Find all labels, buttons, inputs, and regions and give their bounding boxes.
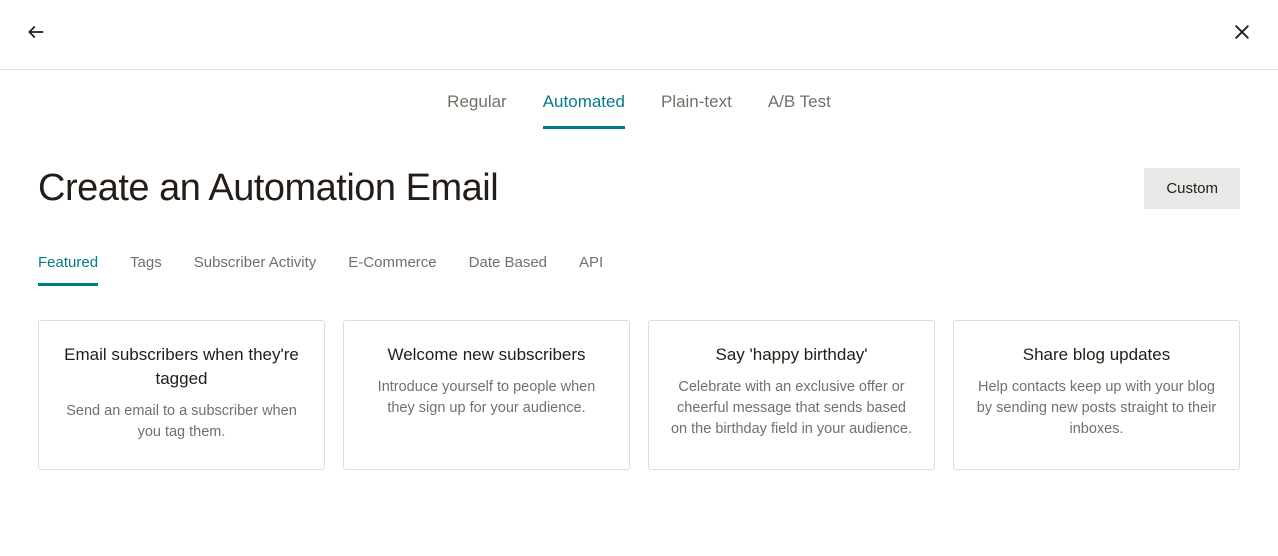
card-welcome-new-subscribers[interactable]: Welcome new subscribers Introduce yourse… [343, 320, 630, 470]
card-desc: Celebrate with an exclusive offer or che… [669, 377, 914, 440]
arrow-left-icon [26, 22, 46, 47]
tab-ab-test[interactable]: A/B Test [768, 92, 831, 129]
card-title: Say 'happy birthday' [669, 343, 914, 367]
card-desc: Send an email to a subscriber when you t… [59, 401, 304, 443]
card-happy-birthday[interactable]: Say 'happy birthday' Celebrate with an e… [648, 320, 935, 470]
subtab-featured[interactable]: Featured [38, 254, 98, 286]
tab-regular[interactable]: Regular [447, 92, 507, 129]
card-email-when-tagged[interactable]: Email subscribers when they're tagged Se… [38, 320, 325, 470]
automation-cards: Email subscribers when they're tagged Se… [38, 320, 1240, 470]
card-title: Share blog updates [974, 343, 1219, 367]
header-row: Create an Automation Email Custom [38, 167, 1240, 210]
close-icon [1232, 22, 1252, 47]
card-desc: Introduce yourself to people when they s… [364, 377, 609, 419]
card-title: Email subscribers when they're tagged [59, 343, 304, 391]
card-share-blog-updates[interactable]: Share blog updates Help contacts keep up… [953, 320, 1240, 470]
subtab-ecommerce[interactable]: E-Commerce [348, 254, 436, 286]
topbar [0, 0, 1278, 70]
close-button[interactable] [1230, 23, 1254, 47]
card-desc: Help contacts keep up with your blog by … [974, 377, 1219, 440]
subtab-date-based[interactable]: Date Based [469, 254, 547, 286]
subtab-api[interactable]: API [579, 254, 603, 286]
subtab-subscriber-activity[interactable]: Subscriber Activity [194, 254, 317, 286]
primary-tabs: Regular Automated Plain-text A/B Test [0, 92, 1278, 129]
custom-button[interactable]: Custom [1144, 168, 1240, 209]
secondary-tabs: Featured Tags Subscriber Activity E-Comm… [38, 254, 1240, 286]
tab-plain-text[interactable]: Plain-text [661, 92, 732, 129]
tab-automated[interactable]: Automated [543, 92, 625, 129]
back-button[interactable] [24, 23, 48, 47]
card-title: Welcome new subscribers [364, 343, 609, 367]
page-title: Create an Automation Email [38, 167, 498, 210]
content: Create an Automation Email Custom Featur… [0, 167, 1278, 470]
subtab-tags[interactable]: Tags [130, 254, 162, 286]
